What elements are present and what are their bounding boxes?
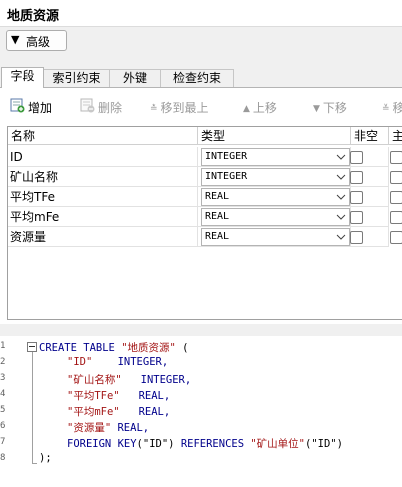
code-line: "ID" INTEGER, bbox=[67, 356, 169, 368]
fields-toolbar: 增加 删除 ≛ 移到最上 ▲ 上移 ▼ 下移 ≚ 移 bbox=[0, 96, 402, 120]
column-header-name[interactable]: 名称 bbox=[8, 127, 198, 145]
add-field-button[interactable]: 增加 bbox=[10, 96, 52, 120]
move-to-bottom-icon: ≚ bbox=[382, 103, 390, 114]
arrow-down-icon: ▼ bbox=[313, 103, 320, 114]
field-type-select[interactable]: REAL bbox=[201, 228, 350, 246]
move-down-button[interactable]: ▼ 下移 bbox=[313, 96, 347, 120]
field-name-cell[interactable]: 平均TFe bbox=[8, 187, 198, 207]
line-number-gutter: 1 2 3 4 5 6 7 8 bbox=[0, 336, 25, 487]
tab-check-constraints[interactable]: 检查约束 bbox=[160, 69, 234, 87]
code-line: "资源量" REAL, bbox=[67, 422, 150, 434]
chevron-down-icon bbox=[336, 154, 346, 160]
table-row[interactable]: 资源量 REAL bbox=[8, 227, 402, 247]
field-type-select[interactable]: INTEGER bbox=[201, 148, 350, 166]
column-header-notnull[interactable]: 非空 bbox=[351, 127, 389, 145]
code-line: ); bbox=[39, 452, 52, 464]
window-title-bar: 地质资源 bbox=[0, 0, 402, 26]
code-line: CREATE TABLE "地质资源" ( bbox=[39, 342, 189, 354]
notnull-checkbox[interactable] bbox=[350, 211, 363, 224]
advanced-toggle-button[interactable]: ▼ 高级 bbox=[6, 30, 67, 51]
line-number: 4 bbox=[0, 389, 6, 399]
chevron-down-icon bbox=[336, 194, 346, 200]
splitter[interactable] bbox=[0, 324, 402, 336]
notnull-checkbox[interactable] bbox=[350, 151, 363, 164]
primary-checkbox[interactable] bbox=[390, 151, 402, 164]
line-number: 1 bbox=[0, 341, 6, 351]
advanced-label: 高级 bbox=[26, 35, 51, 49]
tab-index-constraints[interactable]: 索引约束 bbox=[43, 69, 110, 87]
fold-toggle-icon[interactable] bbox=[27, 342, 37, 352]
chevron-down-icon bbox=[336, 174, 346, 180]
field-type-select[interactable]: REAL bbox=[201, 188, 350, 206]
triangle-down-icon: ▼ bbox=[11, 33, 20, 46]
window-title: 地质资源 bbox=[7, 9, 60, 24]
delete-label: 删除 bbox=[98, 101, 123, 115]
line-number: 5 bbox=[0, 405, 6, 415]
primary-checkbox[interactable] bbox=[390, 211, 402, 224]
add-icon bbox=[10, 97, 25, 121]
line-number: 7 bbox=[0, 437, 6, 447]
column-header-type[interactable]: 类型 bbox=[198, 127, 351, 145]
line-number: 8 bbox=[0, 453, 6, 463]
table-row[interactable]: ID INTEGER bbox=[8, 147, 402, 167]
field-name-cell[interactable]: 平均mFe bbox=[8, 207, 198, 227]
tab-fields[interactable]: 字段 bbox=[1, 67, 44, 88]
tab-strip: 字段 索引约束 外键 检查约束 bbox=[0, 67, 402, 88]
tab-foreign-keys[interactable]: 外键 bbox=[109, 69, 161, 87]
chevron-down-icon bbox=[336, 214, 346, 220]
field-type-select[interactable]: REAL bbox=[201, 208, 350, 226]
primary-checkbox[interactable] bbox=[390, 231, 402, 244]
field-name-cell[interactable]: ID bbox=[8, 147, 198, 167]
move-to-bottom-button[interactable]: ≚ 移 bbox=[382, 96, 402, 120]
code-line: FOREIGN KEY("ID") REFERENCES "矿山单位"("ID"… bbox=[67, 438, 343, 450]
table-row[interactable]: 矿山名称 INTEGER bbox=[8, 167, 402, 187]
field-name-cell[interactable]: 矿山名称 bbox=[8, 167, 198, 187]
arrow-up-icon: ▲ bbox=[243, 103, 250, 114]
notnull-checkbox[interactable] bbox=[350, 171, 363, 184]
code-line: "矿山名称" INTEGER, bbox=[67, 374, 192, 386]
primary-checkbox[interactable] bbox=[390, 191, 402, 204]
code-line: "平均TFe" REAL, bbox=[67, 390, 171, 402]
line-number: 3 bbox=[0, 373, 6, 383]
move-to-top-icon: ≛ bbox=[150, 103, 158, 114]
move-up-button[interactable]: ▲ 上移 bbox=[243, 96, 277, 120]
fields-table: 名称 类型 非空 主 ID INTEGER 矿山名称 INTEGER 平均TFe… bbox=[7, 126, 402, 320]
line-number: 2 bbox=[0, 357, 6, 367]
notnull-checkbox[interactable] bbox=[350, 231, 363, 244]
fold-guide bbox=[32, 352, 33, 464]
field-type-select[interactable]: INTEGER bbox=[201, 168, 350, 186]
sql-editor[interactable]: 1 2 3 4 5 6 7 8 CREATE TABLE "地质资源" ( "I… bbox=[0, 336, 402, 487]
notnull-checkbox[interactable] bbox=[350, 191, 363, 204]
column-header-primary[interactable]: 主 bbox=[389, 127, 402, 145]
delete-icon bbox=[80, 97, 95, 121]
line-number: 6 bbox=[0, 421, 6, 431]
divider bbox=[0, 26, 402, 27]
chevron-down-icon bbox=[336, 234, 346, 240]
code-line: "平均mFe" REAL, bbox=[67, 406, 171, 418]
add-label: 增加 bbox=[28, 101, 53, 115]
primary-checkbox[interactable] bbox=[390, 171, 402, 184]
table-row[interactable]: 平均TFe REAL bbox=[8, 187, 402, 207]
delete-field-button[interactable]: 删除 bbox=[80, 96, 122, 120]
table-row[interactable]: 平均mFe REAL bbox=[8, 207, 402, 227]
field-name-cell[interactable]: 资源量 bbox=[8, 227, 198, 247]
move-to-top-button[interactable]: ≛ 移到最上 bbox=[150, 96, 209, 120]
